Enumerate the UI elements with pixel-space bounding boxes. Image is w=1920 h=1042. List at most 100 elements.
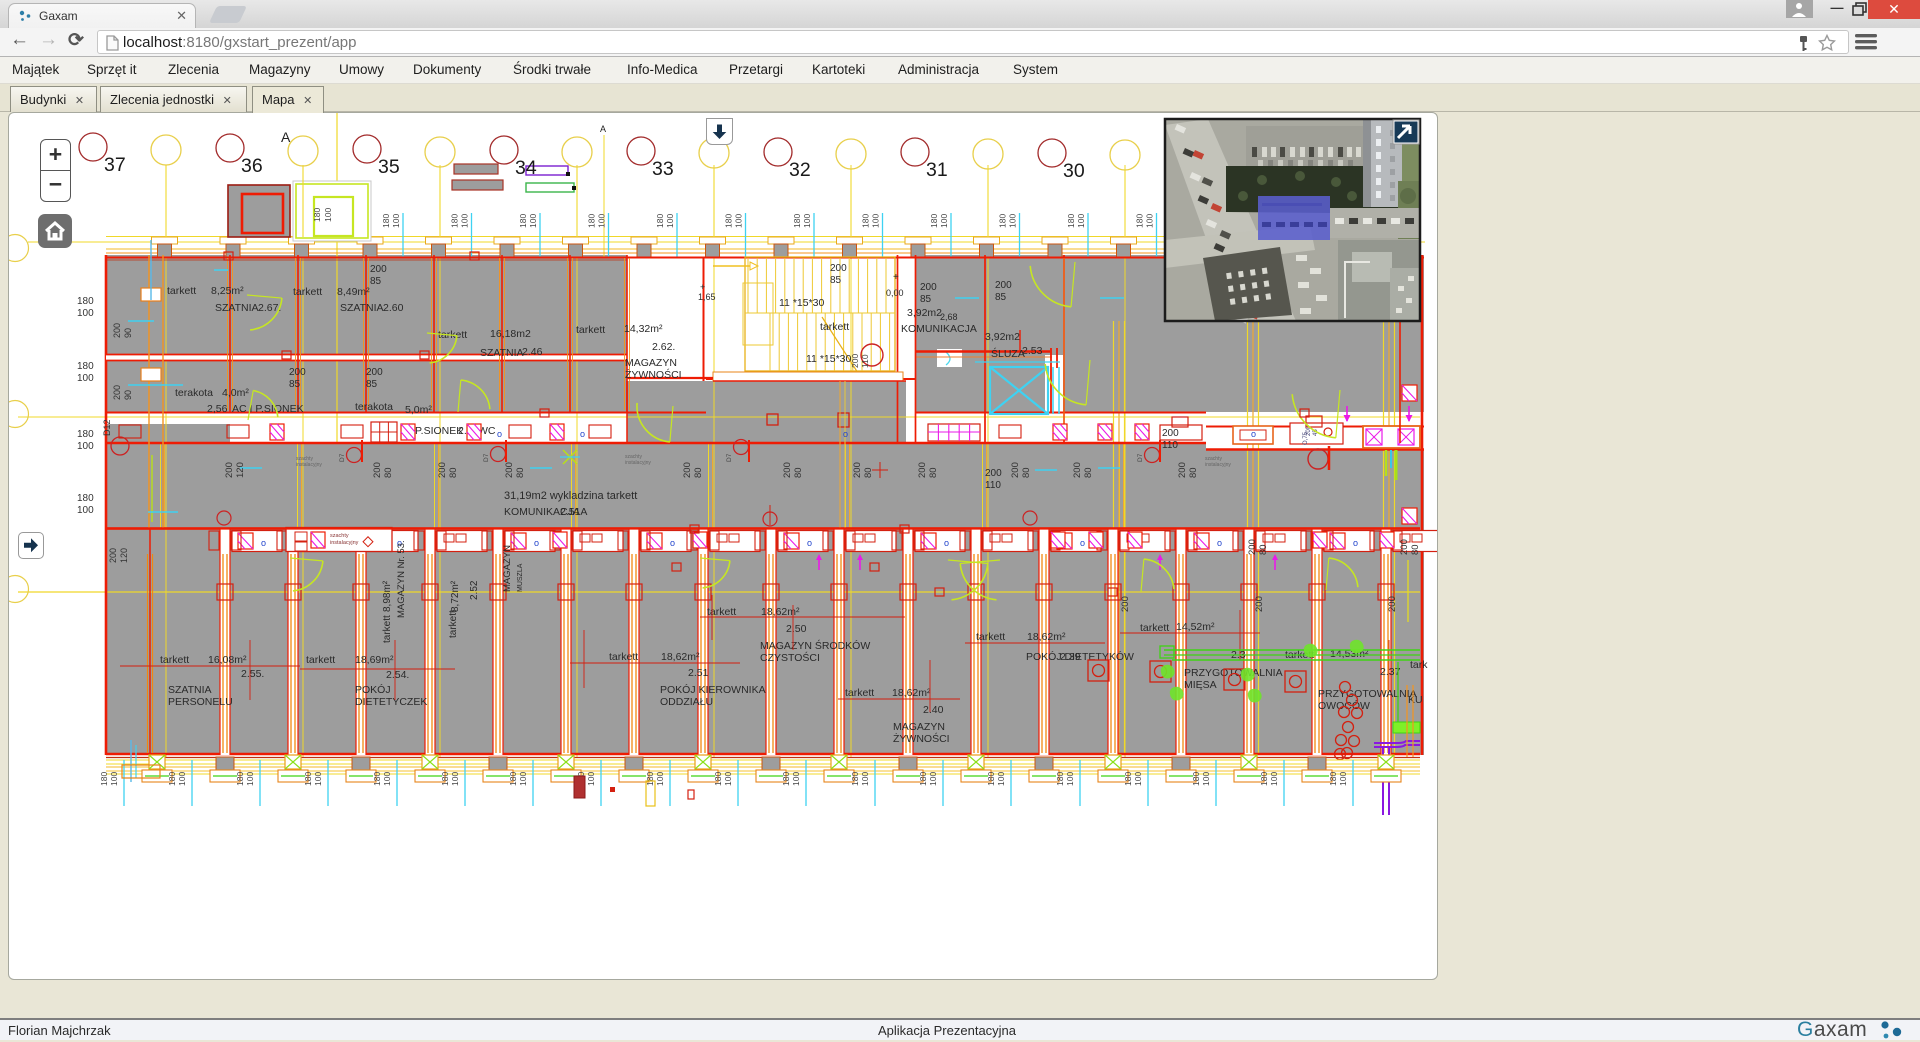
svg-text:100: 100	[939, 214, 949, 228]
svg-text:180: 180	[440, 772, 450, 786]
svg-text:80: 80	[383, 467, 394, 478]
svg-text:SZATNIA: SZATNIA	[480, 347, 524, 359]
svg-text:14,52m²: 14,52m²	[1176, 621, 1215, 633]
svg-text:180: 180	[918, 772, 928, 786]
svg-text:200: 200	[108, 548, 118, 563]
svg-text:tarkett: tarkett	[820, 321, 849, 333]
svg-text:200: 200	[437, 462, 448, 478]
svg-text:200: 200	[852, 462, 863, 478]
svg-text:37: 37	[104, 154, 126, 176]
svg-text:85: 85	[366, 379, 378, 390]
svg-text:180: 180	[77, 296, 94, 307]
svg-text:180: 180	[986, 772, 996, 786]
svg-text:SZATNIA: SZATNIA	[340, 302, 384, 314]
svg-text:100: 100	[1076, 214, 1086, 228]
svg-text:80: 80	[448, 467, 459, 478]
svg-text:80: 80	[1021, 467, 1032, 478]
svg-text:MAGAZYN ŚRODKÓW: MAGAZYN ŚRODKÓW	[760, 639, 870, 652]
svg-text:+: +	[700, 282, 705, 292]
svg-text:D7: D7	[483, 453, 490, 462]
svg-text:100: 100	[313, 772, 323, 786]
svg-text:MUSZLA: MUSZLA	[517, 563, 524, 592]
svg-text:180: 180	[587, 214, 597, 228]
svg-text:KOMUNIKACJA: KOMUNIKACJA	[901, 323, 977, 335]
svg-text:200: 200	[1177, 462, 1188, 478]
svg-text:200: 200	[112, 323, 122, 338]
svg-text:80: 80	[515, 467, 526, 478]
svg-text:11 *15*30: 11 *15*30	[779, 297, 825, 309]
svg-text:100: 100	[1338, 772, 1348, 786]
svg-text:o: o	[261, 538, 266, 548]
svg-text:100: 100	[655, 772, 665, 786]
svg-text:2.50: 2.50	[786, 623, 807, 635]
svg-text:0,00: 0,00	[886, 288, 904, 298]
svg-text:o: o	[843, 429, 848, 439]
svg-text:180: 180	[312, 208, 322, 222]
svg-text:100: 100	[928, 772, 938, 786]
svg-text:MAGAZYN Nr. 53.: MAGAZYN Nr. 53.	[396, 540, 407, 618]
svg-text:200: 200	[1120, 596, 1131, 612]
svg-text:100: 100	[109, 772, 119, 786]
svg-text:18,69m²: 18,69m²	[355, 654, 394, 666]
svg-text:100: 100	[460, 214, 470, 228]
svg-text:30: 30	[1063, 160, 1085, 182]
svg-text:KU: KU	[1408, 694, 1423, 706]
svg-text:200: 200	[1010, 462, 1021, 478]
svg-text:100: 100	[791, 772, 801, 786]
svg-text:100: 100	[734, 214, 744, 228]
svg-text:SZATNIA: SZATNIA	[215, 302, 259, 314]
svg-text:tarkett: tarkett	[707, 606, 736, 618]
svg-text:2,68: 2,68	[940, 312, 958, 322]
svg-text:100: 100	[450, 772, 460, 786]
svg-text:180: 180	[850, 772, 860, 786]
svg-text:31: 31	[926, 159, 948, 181]
svg-text:o: o	[534, 538, 539, 548]
svg-text:180: 180	[450, 214, 460, 228]
svg-text:85: 85	[289, 379, 301, 390]
svg-text:2.54.: 2.54.	[386, 669, 409, 681]
svg-text:8,72m²: 8,72m²	[450, 580, 461, 612]
svg-text:180: 180	[518, 214, 528, 228]
svg-text:tarkett: tarkett	[167, 285, 196, 297]
svg-text:MIĘSA: MIĘSA	[1184, 679, 1217, 691]
svg-text:31,19m2 wykladzina tarkett: 31,19m2 wykladzina tarkett	[504, 490, 637, 502]
svg-text:180: 180	[303, 772, 313, 786]
svg-text:ODDZIAŁU: ODDZIAŁU	[660, 696, 713, 708]
svg-text:o: o	[497, 429, 502, 439]
svg-text:tarkett: tarkett	[160, 654, 189, 666]
svg-text:O,75: O,75	[1303, 431, 1309, 445]
svg-text:2,56: 2,56	[207, 403, 228, 415]
svg-text:180: 180	[1191, 772, 1201, 786]
svg-text:35: 35	[378, 156, 400, 178]
svg-text:PRZYGOTOWALNIA: PRZYGOTOWALNIA	[1318, 688, 1417, 700]
svg-text:200: 200	[985, 468, 1002, 479]
svg-text:200: 200	[372, 462, 383, 478]
svg-text:2.39: 2.39	[1060, 651, 1081, 663]
svg-text:85: 85	[370, 276, 382, 287]
svg-text:180: 180	[724, 214, 734, 228]
svg-text:100: 100	[586, 772, 596, 786]
svg-text:2.55.: 2.55.	[241, 668, 264, 680]
svg-text:instalacyjny: instalacyjny	[330, 540, 359, 546]
svg-text:80: 80	[1258, 544, 1269, 555]
svg-text:85: 85	[995, 292, 1007, 303]
svg-text:36: 36	[241, 155, 263, 177]
svg-text:tarkett: tarkett	[293, 286, 322, 298]
svg-text:85: 85	[830, 275, 842, 286]
svg-text:18,62m²: 18,62m²	[661, 651, 700, 663]
svg-text:180: 180	[655, 214, 665, 228]
svg-text:A: A	[281, 129, 291, 145]
svg-text:16,08m²: 16,08m²	[208, 654, 247, 666]
svg-text:90: 90	[123, 328, 133, 338]
svg-text:100: 100	[245, 772, 255, 786]
svg-text:100: 100	[996, 772, 1006, 786]
svg-text:33: 33	[652, 158, 674, 180]
svg-text:11 *15*30: 11 *15*30	[806, 353, 852, 365]
svg-text:A: A	[600, 124, 606, 134]
svg-text:200: 200	[1162, 428, 1179, 439]
svg-text:POKÓJ: POKÓJ	[355, 683, 391, 696]
svg-text:2.62.: 2.62.	[652, 341, 675, 353]
svg-text:180: 180	[929, 214, 939, 228]
svg-text:180: 180	[1135, 214, 1145, 228]
svg-text:szachty: szachty	[330, 533, 349, 539]
